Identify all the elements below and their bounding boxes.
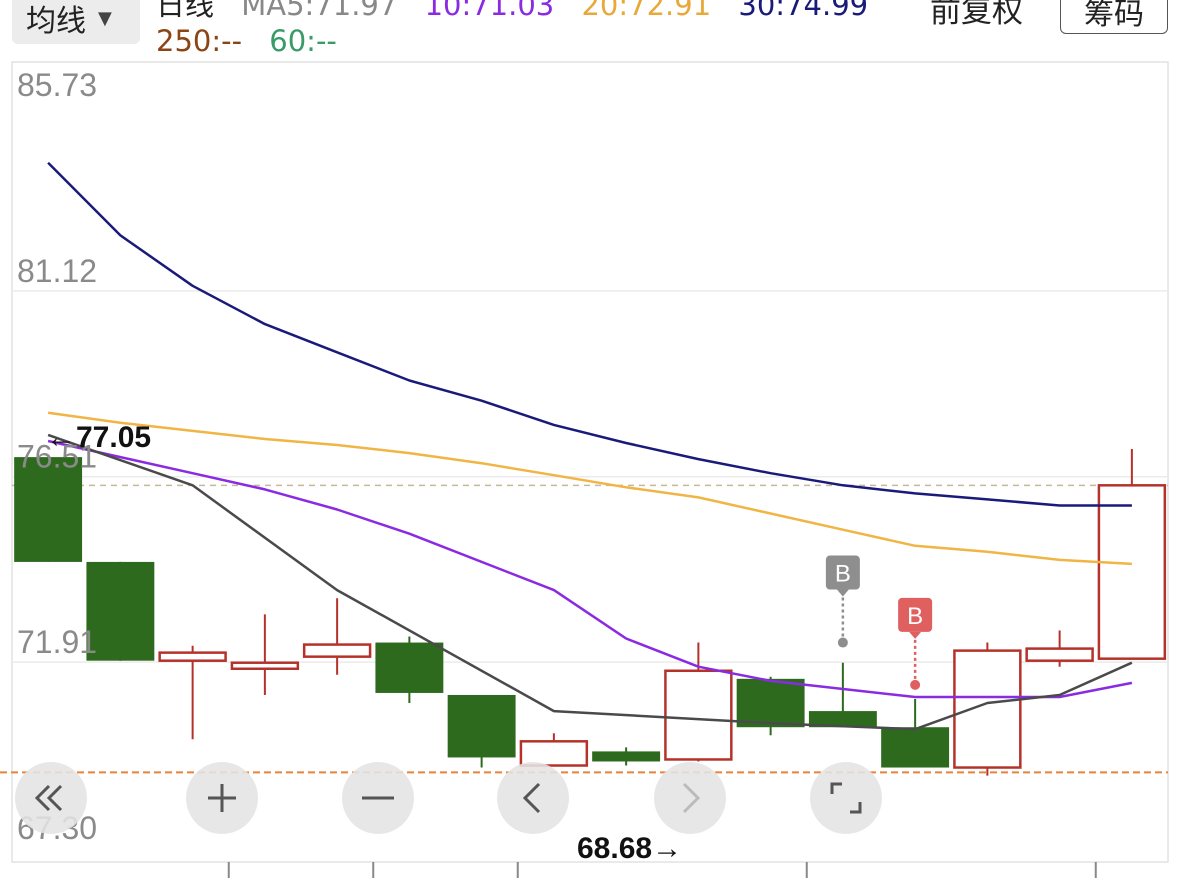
chevron-left-icon — [522, 782, 541, 814]
candle-body-up — [1097, 484, 1167, 660]
candle-body-up — [230, 661, 300, 671]
minus-icon — [362, 796, 394, 800]
y-tick-label: 71.91 — [17, 624, 97, 660]
candle-body-up — [1025, 647, 1094, 662]
fullscreen-icon — [830, 782, 862, 814]
candlestick-chart[interactable]: BB85.7381.1276.5171.9167.30←77.0568.68→ — [0, 0, 1179, 882]
plus-icon — [208, 784, 236, 812]
candle-body-down — [447, 694, 516, 758]
double-chevron-left-icon — [34, 784, 63, 812]
zoom-out-button[interactable] — [342, 762, 414, 834]
buy-marker-pointer — [836, 589, 849, 597]
high-price-label: ←77.05 — [46, 421, 151, 454]
ma20-line — [47, 411, 1132, 566]
low-price-label: 68.68→ — [577, 832, 682, 865]
scroll-right-button[interactable] — [654, 762, 726, 834]
candle-body-up — [953, 649, 1022, 769]
candle-body-down — [881, 727, 950, 768]
candle-body-down — [736, 678, 805, 728]
buy-marker-label: B — [835, 561, 851, 588]
y-tick-label: 85.73 — [17, 67, 97, 103]
buy-marker-dot — [910, 679, 921, 690]
buy-marker-dot — [837, 637, 848, 648]
buy-marker-pointer — [909, 631, 922, 639]
ma30-line — [47, 161, 1132, 507]
chevron-right-icon — [682, 782, 701, 814]
scroll-left-button[interactable] — [497, 762, 569, 834]
candle-body-up — [302, 643, 372, 658]
candle-body-down — [592, 751, 661, 762]
fullscreen-button[interactable] — [810, 762, 882, 834]
buy-marker-label: B — [907, 603, 923, 630]
y-tick-label: 81.12 — [17, 253, 97, 289]
candle-body-up — [664, 669, 733, 761]
zoom-in-button[interactable] — [186, 762, 258, 834]
scroll-start-button[interactable] — [15, 762, 87, 834]
candle-body-down — [375, 642, 444, 693]
candle-body-up — [158, 651, 227, 662]
